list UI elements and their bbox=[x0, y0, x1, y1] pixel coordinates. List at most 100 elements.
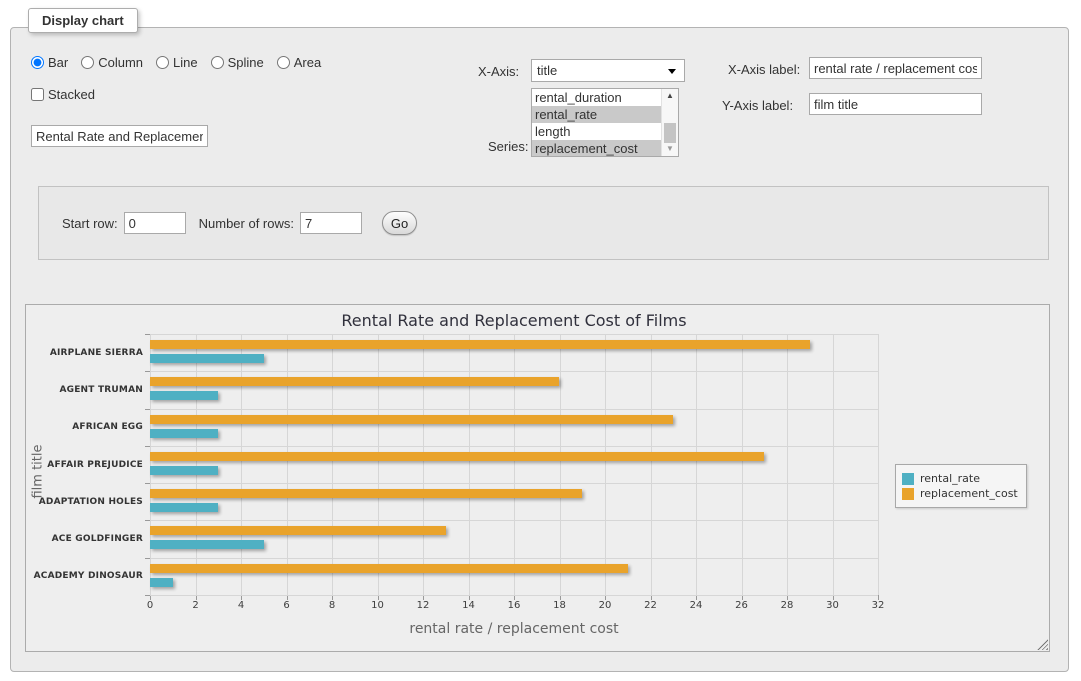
y-axis-label-input[interactable] bbox=[809, 93, 982, 115]
y-axis-tick bbox=[145, 371, 150, 372]
radio-option-area[interactable]: Area bbox=[277, 55, 321, 70]
x-axis-tick-label: 32 bbox=[872, 600, 885, 611]
chart-title-input[interactable] bbox=[31, 125, 208, 147]
gridline-vertical bbox=[833, 334, 834, 595]
gridline-vertical bbox=[651, 334, 652, 595]
spline-radio[interactable] bbox=[211, 56, 224, 69]
gridline-vertical bbox=[787, 334, 788, 595]
stacked-checkbox[interactable] bbox=[31, 88, 44, 101]
bar-rental_rate[interactable] bbox=[150, 429, 218, 438]
x-axis-select-label: X-Axis: bbox=[478, 64, 519, 79]
x-axis-tick-label: 24 bbox=[690, 600, 703, 611]
scroll-down-icon[interactable]: ▼ bbox=[662, 142, 678, 156]
bar-rental_rate[interactable] bbox=[150, 540, 264, 549]
number-of-rows-label: Number of rows: bbox=[199, 216, 294, 231]
bar-rental_rate[interactable] bbox=[150, 466, 218, 475]
radio-option-bar[interactable]: Bar bbox=[31, 55, 68, 70]
gridline-vertical bbox=[696, 334, 697, 595]
series-list-label: Series: bbox=[488, 139, 528, 154]
category-label: ADAPTATION HOLES bbox=[39, 497, 143, 507]
gridline-vertical bbox=[241, 334, 242, 595]
y-axis-tick bbox=[145, 409, 150, 410]
series-multiselect[interactable]: rental_durationrental_ratelengthreplacem… bbox=[531, 88, 679, 157]
x-axis-select[interactable]: title bbox=[531, 59, 685, 82]
chart-title: Rental Rate and Replacement Cost of Film… bbox=[150, 311, 878, 330]
gridline-vertical bbox=[423, 334, 424, 595]
x-axis-tick-label: 20 bbox=[599, 600, 612, 611]
scroll-up-icon[interactable]: ▲ bbox=[662, 89, 678, 103]
spline-radio-label: Spline bbox=[228, 55, 264, 70]
chart-x-axis-title: rental rate / replacement cost bbox=[150, 621, 878, 637]
radio-option-line[interactable]: Line bbox=[156, 55, 198, 70]
start-row-input[interactable] bbox=[124, 212, 186, 234]
bar-replacement_cost[interactable] bbox=[150, 526, 446, 535]
gridline-horizontal bbox=[150, 520, 878, 521]
x-axis-tick-label: 28 bbox=[781, 600, 794, 611]
x-axis-tick-label: 12 bbox=[417, 600, 430, 611]
bar-replacement_cost[interactable] bbox=[150, 452, 764, 461]
legend-item-rental_rate[interactable]: rental_rate bbox=[902, 472, 1018, 485]
bar-radio[interactable] bbox=[31, 56, 44, 69]
plot-area: 02468101214161820222426283032AIRPLANE SI… bbox=[150, 334, 878, 595]
x-axis-tick-label: 22 bbox=[644, 600, 657, 611]
bar-replacement_cost[interactable] bbox=[150, 377, 559, 386]
category-label: AFRICAN EGG bbox=[72, 422, 143, 432]
x-axis-tick-label: 18 bbox=[553, 600, 566, 611]
number-of-rows-input[interactable] bbox=[300, 212, 362, 234]
gridline-vertical bbox=[514, 334, 515, 595]
bar-replacement_cost[interactable] bbox=[150, 415, 673, 424]
gridline-horizontal bbox=[150, 334, 878, 335]
area-radio-label: Area bbox=[294, 55, 321, 70]
fieldset-legend: Display chart bbox=[28, 8, 138, 33]
legend-swatch-rental_rate bbox=[902, 473, 914, 485]
gridline-vertical bbox=[560, 334, 561, 595]
bar-rental_rate[interactable] bbox=[150, 354, 264, 363]
category-label: ACE GOLDFINGER bbox=[52, 534, 143, 544]
series-option-rental_duration[interactable]: rental_duration bbox=[532, 89, 661, 106]
x-axis-label-caption: X-Axis label: bbox=[728, 62, 800, 77]
series-option-rental_rate[interactable]: rental_rate bbox=[532, 106, 661, 123]
series-scrollbar[interactable]: ▲ ▼ bbox=[661, 89, 678, 156]
legend-item-replacement_cost[interactable]: replacement_cost bbox=[902, 487, 1018, 500]
bar-rental_rate[interactable] bbox=[150, 391, 218, 400]
bar-rental_rate[interactable] bbox=[150, 503, 218, 512]
area-radio[interactable] bbox=[277, 56, 290, 69]
series-option-length[interactable]: length bbox=[532, 123, 661, 140]
scrollbar-thumb[interactable] bbox=[664, 123, 676, 143]
gridline-horizontal bbox=[150, 446, 878, 447]
x-axis-label-input[interactable] bbox=[809, 57, 982, 79]
gridline-horizontal bbox=[150, 558, 878, 559]
legend-label-replacement_cost: replacement_cost bbox=[920, 487, 1018, 500]
x-axis-tick-label: 26 bbox=[735, 600, 748, 611]
gridline-horizontal bbox=[150, 371, 878, 372]
bar-replacement_cost[interactable] bbox=[150, 340, 810, 349]
display-chart-fieldset: Display chart Bar Column Line Spline Are… bbox=[10, 27, 1069, 672]
x-axis-tick-label: 16 bbox=[508, 600, 521, 611]
line-radio[interactable] bbox=[156, 56, 169, 69]
category-label: AGENT TRUMAN bbox=[59, 385, 143, 395]
y-axis-tick bbox=[145, 483, 150, 484]
chart-legend: rental_rate replacement_cost bbox=[895, 464, 1027, 508]
bar-replacement_cost[interactable] bbox=[150, 489, 582, 498]
series-option-replacement_cost[interactable]: replacement_cost bbox=[532, 140, 661, 157]
resize-handle-icon[interactable] bbox=[1037, 639, 1048, 650]
x-axis-tick-label: 10 bbox=[371, 600, 384, 611]
gridline-vertical bbox=[332, 334, 333, 595]
bar-rental_rate[interactable] bbox=[150, 578, 173, 587]
x-axis-tick-label: 4 bbox=[238, 600, 244, 611]
stacked-row: Stacked bbox=[31, 87, 95, 102]
radio-option-spline[interactable]: Spline bbox=[211, 55, 264, 70]
bar-replacement_cost[interactable] bbox=[150, 564, 628, 573]
category-label: ACADEMY DINOSAUR bbox=[34, 571, 143, 581]
go-button[interactable]: Go bbox=[382, 211, 417, 235]
stacked-option[interactable]: Stacked bbox=[31, 87, 95, 102]
category-label: AIRPLANE SIERRA bbox=[50, 348, 143, 358]
category-label: AFFAIR PREJUDICE bbox=[47, 460, 143, 470]
x-axis-tick-label: 6 bbox=[283, 600, 289, 611]
column-radio[interactable] bbox=[81, 56, 94, 69]
gridline-horizontal bbox=[150, 409, 878, 410]
series-options: rental_durationrental_ratelengthreplacem… bbox=[532, 89, 661, 156]
y-axis-tick bbox=[145, 446, 150, 447]
gridline-vertical bbox=[196, 334, 197, 595]
radio-option-column[interactable]: Column bbox=[81, 55, 143, 70]
